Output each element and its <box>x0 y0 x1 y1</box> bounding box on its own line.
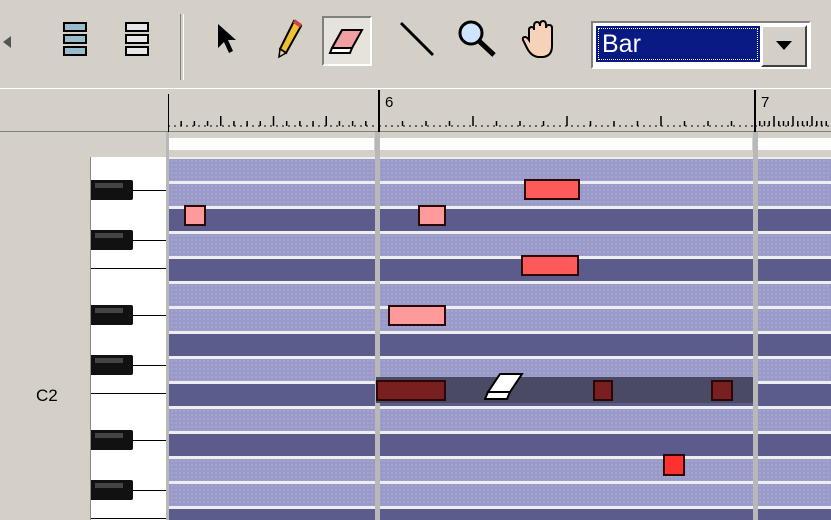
white-key-divider <box>133 190 167 191</box>
black-key[interactable] <box>91 305 133 325</box>
black-key[interactable] <box>91 480 133 500</box>
piano-roll-grid[interactable] <box>166 132 831 520</box>
line-tool-button[interactable] <box>394 16 440 62</box>
black-key[interactable] <box>91 430 133 450</box>
octave-label: C2 <box>36 386 58 405</box>
midi-note-selected[interactable] <box>376 380 446 401</box>
white-key-divider <box>91 268 167 269</box>
eraser-cursor-icon <box>484 373 524 400</box>
ruler-ticks <box>168 90 831 132</box>
quantize-value: Bar <box>596 26 760 62</box>
ruler-bar-label: 7 <box>761 94 770 111</box>
note-lane[interactable] <box>166 284 831 306</box>
note-lane[interactable] <box>166 484 831 506</box>
loop-region-bar[interactable] <box>168 138 374 150</box>
quantize-dropdown-button[interactable] <box>761 25 807 67</box>
black-key[interactable] <box>91 355 133 375</box>
note-lane[interactable] <box>166 159 831 181</box>
toolbar: Bar <box>0 0 831 88</box>
hand-icon <box>521 19 553 58</box>
white-key-divider <box>133 240 167 241</box>
white-key-divider <box>133 490 167 491</box>
black-key[interactable] <box>91 230 133 250</box>
eraser-tool-button[interactable] <box>322 16 372 66</box>
note-label-panel <box>0 132 90 520</box>
white-key-divider <box>91 518 167 519</box>
note-lane[interactable] <box>166 459 831 481</box>
note-lane[interactable] <box>166 234 831 256</box>
midi-note[interactable] <box>388 305 446 326</box>
note-lane[interactable] <box>166 509 831 520</box>
midi-note[interactable] <box>524 179 580 200</box>
white-key-divider <box>91 393 167 394</box>
magnify-tool-button[interactable] <box>454 16 500 62</box>
chevron-down-icon <box>776 41 792 50</box>
ruler-bar-label: 6 <box>385 94 394 111</box>
loop-region-bar[interactable] <box>758 138 831 150</box>
pencil-tool-button[interactable] <box>266 16 312 62</box>
note-lane[interactable] <box>166 184 831 206</box>
note-lane[interactable] <box>166 434 831 456</box>
toolbar-separator <box>180 14 184 80</box>
note-lane[interactable] <box>166 409 831 431</box>
note-lane[interactable] <box>166 259 831 281</box>
white-key-divider <box>133 365 167 366</box>
bar-line <box>166 132 169 520</box>
quantize-select[interactable]: Bar <box>591 21 811 69</box>
midi-note[interactable] <box>184 205 206 226</box>
black-key[interactable] <box>91 180 133 200</box>
note-lane[interactable] <box>166 334 831 356</box>
ruler-bars: 6 7 <box>168 88 831 132</box>
pencil-icon <box>278 19 303 59</box>
track-list-icon <box>63 22 87 56</box>
hand-tool-button[interactable] <box>518 16 564 62</box>
white-key-divider <box>133 315 167 316</box>
midi-note[interactable] <box>521 255 579 276</box>
track-list-alt-button[interactable] <box>114 16 160 62</box>
bar-line <box>375 132 380 520</box>
midi-note[interactable] <box>418 205 446 226</box>
note-lane[interactable] <box>166 309 831 331</box>
arrow-tool-button[interactable] <box>204 16 250 62</box>
loop-region-bar[interactable] <box>380 138 752 150</box>
bar-line <box>753 132 758 520</box>
midi-note[interactable] <box>663 454 685 476</box>
magnifier-icon <box>458 20 496 57</box>
note-lane[interactable] <box>166 209 831 231</box>
track-list-alt-icon <box>125 22 149 56</box>
track-list-button[interactable] <box>52 16 98 62</box>
toolbar-scroll-left-icon[interactable] <box>2 36 12 50</box>
white-key-divider <box>133 440 167 441</box>
piano-keyboard[interactable] <box>90 157 167 520</box>
line-icon <box>399 21 435 57</box>
midi-note-selected[interactable] <box>593 380 613 401</box>
midi-note-selected[interactable] <box>711 380 733 401</box>
eraser-icon <box>328 29 364 54</box>
arrow-pointer-icon <box>218 24 236 53</box>
